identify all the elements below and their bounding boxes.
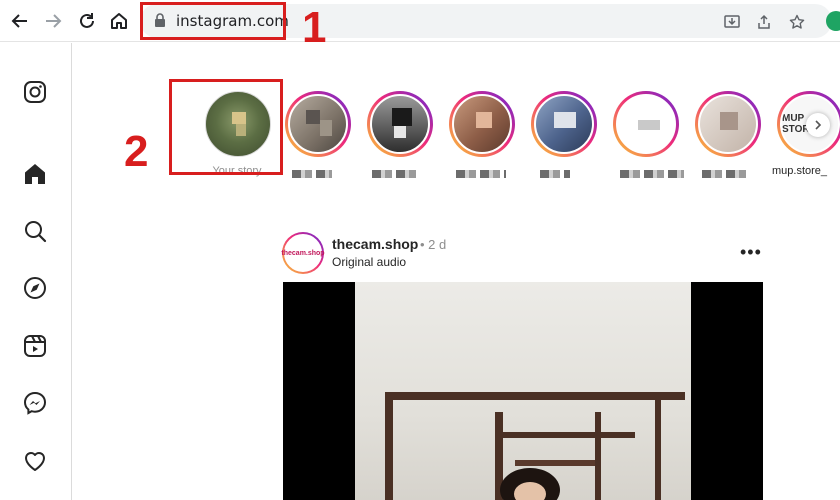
avatar-pixel: [306, 110, 320, 124]
heart-icon[interactable]: [22, 448, 48, 474]
avatar-pixel: [638, 120, 660, 130]
story-item[interactable]: [367, 91, 433, 157]
post-username[interactable]: thecam.shop: [332, 236, 418, 252]
avatar-pixel: [476, 112, 492, 128]
back-button[interactable]: [7, 8, 33, 34]
avatar-pixel: [720, 112, 738, 130]
story-item[interactable]: [449, 91, 515, 157]
story-item[interactable]: [285, 91, 351, 157]
blurred-username: [456, 170, 506, 178]
home-button[interactable]: [106, 8, 132, 34]
back-arrow-icon: [11, 14, 27, 28]
explore-icon[interactable]: [22, 275, 48, 301]
blurred-username: [372, 170, 418, 178]
stories-next-button[interactable]: [806, 113, 830, 137]
share-icon: [758, 14, 770, 29]
chevron-right-icon: [815, 120, 822, 130]
shelf-illustration: [385, 392, 685, 500]
blurred-username: [292, 170, 332, 178]
story-label-mup-store: mup.store_: [772, 165, 828, 177]
post-time: • 2 d: [420, 237, 447, 252]
search-icon[interactable]: [22, 218, 48, 244]
left-navigation-rail: [0, 43, 72, 500]
reels-icon[interactable]: [22, 333, 48, 359]
home-outline-icon: [111, 13, 127, 29]
home-icon[interactable]: [22, 161, 48, 187]
annotation-box-your-story: [169, 79, 283, 175]
avatar-pixel: [320, 120, 332, 136]
reload-button[interactable]: [74, 8, 100, 34]
story-item[interactable]: [531, 91, 597, 157]
star-icon: [789, 14, 805, 29]
install-app-button[interactable]: [722, 12, 742, 32]
forward-arrow-icon: [46, 14, 62, 28]
bookmark-button[interactable]: [787, 12, 807, 32]
more-options-button[interactable]: •••: [740, 243, 762, 261]
blurred-username: [540, 170, 570, 178]
messenger-icon[interactable]: [22, 390, 48, 416]
extension-icon[interactable]: [826, 11, 840, 31]
blurred-username: [702, 170, 746, 178]
post-media[interactable]: [283, 282, 763, 500]
story-item[interactable]: [613, 91, 679, 157]
story-item[interactable]: [695, 91, 761, 157]
browser-toolbar: instagram.com: [0, 0, 840, 42]
avatar-pixel: [554, 112, 576, 128]
post-audio-label[interactable]: Original audio: [332, 255, 406, 269]
forward-button[interactable]: [40, 8, 66, 34]
annotation-number-2: 2: [124, 127, 149, 176]
instagram-logo-icon[interactable]: [22, 79, 48, 105]
avatar-pixel: [394, 126, 406, 138]
annotation-box-address: [140, 2, 286, 40]
install-icon: [724, 15, 740, 28]
reload-icon: [80, 13, 94, 28]
post-photo: [355, 282, 691, 500]
blurred-username: [620, 170, 684, 178]
share-button[interactable]: [754, 12, 774, 32]
post-avatar-text: thecam.shop: [281, 249, 325, 257]
annotation-number-1: 1: [302, 3, 327, 52]
avatar-pixel: [392, 108, 412, 126]
post-author-avatar[interactable]: thecam.shop: [281, 232, 325, 274]
